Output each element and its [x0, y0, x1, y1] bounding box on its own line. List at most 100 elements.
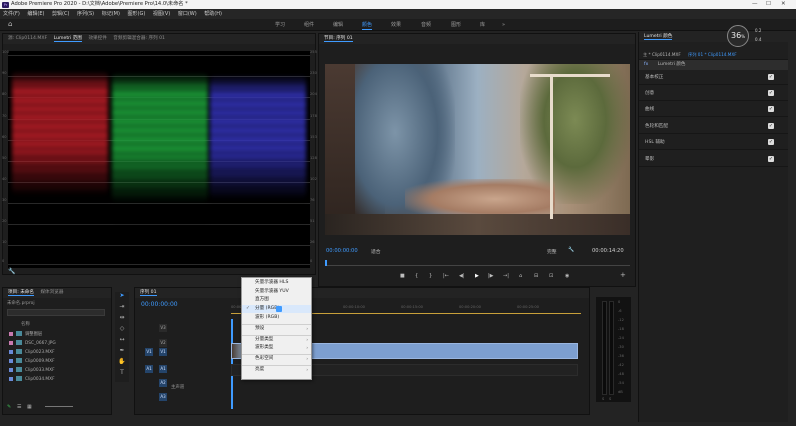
- timeline-timecode[interactable]: 00:00:00:00: [141, 301, 178, 308]
- program-scrubber[interactable]: [325, 260, 630, 266]
- section-color-wheels[interactable]: 色轮和匹配 ✓: [639, 119, 788, 134]
- section-basic-correction[interactable]: 基本校正 ✓: [639, 70, 788, 85]
- track-label-a3[interactable]: A3: [159, 393, 167, 401]
- checkbox-icon[interactable]: ✓: [768, 90, 774, 96]
- track-label-v2[interactable]: V2: [159, 339, 167, 347]
- minimize-button[interactable]: —: [752, 0, 758, 9]
- menu-item-color-space[interactable]: 色彩空间 ›: [242, 354, 311, 362]
- menu-item-waveform-rgb[interactable]: 波形 (RGB): [242, 314, 311, 322]
- slip-tool-icon[interactable]: ↔: [115, 336, 129, 347]
- close-button[interactable]: ✕: [781, 0, 786, 9]
- program-monitor-title[interactable]: 节目: 序列 01: [324, 36, 353, 42]
- source-patch-v1[interactable]: V1: [145, 348, 153, 356]
- checkbox-icon[interactable]: ✓: [768, 156, 774, 162]
- clip-selector[interactable]: 主 * Clip0114.MXF 序列 01 * Clip0114.MXF: [639, 49, 788, 60]
- comparison-view-icon[interactable]: ◉: [565, 273, 569, 279]
- tab-audio-clip-mixer[interactable]: 音频剪辑混合器: 序列 01: [113, 36, 165, 41]
- add-button-icon[interactable]: +: [620, 271, 626, 279]
- program-video-frame[interactable]: [325, 64, 630, 235]
- checkbox-icon[interactable]: ✓: [768, 123, 774, 129]
- list-item[interactable]: DSC_0667.JPG: [9, 340, 56, 348]
- workspace-assembly[interactable]: 组件: [304, 19, 314, 31]
- mark-in-icon[interactable]: {: [415, 273, 418, 279]
- workspace-editing[interactable]: 编辑: [333, 19, 343, 31]
- workspace-audio[interactable]: 音频: [421, 19, 431, 31]
- list-item[interactable]: Clip0033.MXF: [9, 367, 55, 375]
- track-label-a2[interactable]: A2: [159, 379, 167, 387]
- menu-item-parade-rgb[interactable]: ✓ 分量 (RGB): [242, 305, 311, 314]
- menu-view[interactable]: 视图(V): [153, 11, 170, 17]
- source-patch-a1[interactable]: A1: [145, 365, 153, 373]
- pen-tool-icon[interactable]: ✒: [115, 347, 129, 358]
- hand-tool-icon[interactable]: ✋: [115, 358, 129, 369]
- go-to-in-icon[interactable]: |←: [443, 273, 449, 279]
- checkbox-icon[interactable]: ✓: [768, 139, 774, 145]
- section-curves[interactable]: 曲线 ✓: [639, 102, 788, 117]
- project-search-input[interactable]: [7, 309, 105, 316]
- track-label-a1[interactable]: A1: [159, 365, 167, 373]
- list-view-icon[interactable]: ☰: [17, 404, 21, 410]
- menu-item-parade-type[interactable]: 分量类型 ›: [242, 335, 311, 343]
- effect-header[interactable]: fx Lumetri 颜色: [639, 60, 788, 70]
- workspace-libraries[interactable]: 库: [480, 19, 485, 31]
- list-item[interactable]: Clip0009.MXF: [9, 358, 55, 366]
- icon-view-icon[interactable]: ▦: [27, 404, 32, 410]
- mark-out-icon[interactable]: }: [429, 273, 432, 279]
- workspace-learn[interactable]: 学习: [275, 19, 285, 31]
- go-to-out-icon[interactable]: →|: [503, 273, 509, 279]
- rgb-parade-scope[interactable]: [8, 51, 310, 268]
- list-item[interactable]: 调整图层: [9, 331, 42, 339]
- marker-icon[interactable]: ■: [400, 273, 405, 279]
- menu-item-waveform-type[interactable]: 波形类型 ›: [242, 344, 311, 352]
- section-hsl-secondary[interactable]: HSL 辅助 ✓: [639, 135, 788, 150]
- menu-window[interactable]: 窗口(W): [178, 11, 197, 17]
- workspace-graphics[interactable]: 图形: [451, 19, 461, 31]
- master-clip-link[interactable]: 主 * Clip0114.MXF: [643, 52, 681, 57]
- lift-icon[interactable]: ⌂: [519, 273, 522, 279]
- tab-effect-controls[interactable]: 效果控件: [88, 36, 106, 41]
- selection-tool-icon[interactable]: ➤: [115, 292, 129, 303]
- play-icon[interactable]: ▶: [475, 273, 479, 279]
- fx-icon[interactable]: fx: [644, 62, 648, 67]
- fit-dropdown[interactable]: 适合: [371, 248, 381, 255]
- home-icon[interactable]: ⌂: [8, 21, 16, 28]
- playhead[interactable]: [325, 260, 327, 266]
- track-select-tool-icon[interactable]: ⇥: [115, 303, 129, 314]
- tab-source[interactable]: 源: Clip0114.MXF: [8, 36, 47, 41]
- checkbox-icon[interactable]: ✓: [768, 74, 774, 80]
- sequence-clip-link[interactable]: 序列 01 * Clip0114.MXF: [688, 52, 737, 57]
- menu-item-presets[interactable]: 预设 ›: [242, 324, 311, 332]
- workspace-effects[interactable]: 效果: [391, 19, 401, 31]
- tab-sequence[interactable]: 序列 01: [140, 290, 157, 296]
- menu-item-histogram[interactable]: 直方图: [242, 296, 311, 304]
- menu-help[interactable]: 帮助(H): [204, 11, 222, 17]
- solo-button[interactable]: S: [609, 397, 611, 401]
- maximize-button[interactable]: ☐: [766, 0, 771, 9]
- track-label-v1[interactable]: V1: [159, 348, 167, 356]
- track-label-v3[interactable]: V3: [159, 324, 167, 332]
- quality-dropdown[interactable]: 完整: [547, 248, 557, 255]
- razor-tool-icon[interactable]: ◇: [115, 325, 129, 336]
- menu-item-vectorscope-hls[interactable]: 矢量示波器 HLS: [242, 279, 311, 287]
- export-frame-icon[interactable]: ⊡: [549, 273, 553, 279]
- program-timecode[interactable]: 00:00:00:00: [326, 248, 358, 254]
- column-header-name[interactable]: 名称: [21, 321, 30, 327]
- menu-marker[interactable]: 标记(M): [102, 11, 120, 17]
- ripple-edit-tool-icon[interactable]: ⇹: [115, 314, 129, 325]
- menu-item-vectorscope-yuv[interactable]: 矢量示波器 YUV: [242, 288, 311, 296]
- extract-icon[interactable]: ⊟: [534, 273, 538, 279]
- menu-file[interactable]: 文件(F): [3, 11, 20, 17]
- step-forward-icon[interactable]: |▶: [488, 273, 494, 279]
- menu-sequence[interactable]: 序列(S): [77, 11, 94, 17]
- tab-project[interactable]: 项目: 未命名: [8, 290, 34, 296]
- checkbox-icon[interactable]: ✓: [768, 106, 774, 112]
- zoom-slider[interactable]: [45, 406, 73, 407]
- workspace-color[interactable]: 颜色: [362, 19, 373, 31]
- section-creative[interactable]: 创意 ✓: [639, 86, 788, 101]
- wrench-icon[interactable]: 🔧: [568, 247, 574, 253]
- workspace-more[interactable]: »: [502, 19, 505, 31]
- section-vignette[interactable]: 晕影 ✓: [639, 152, 788, 167]
- tab-media-browser[interactable]: 媒体浏览器: [40, 290, 63, 295]
- menu-item-brightness[interactable]: 亮度 ›: [242, 365, 311, 373]
- type-tool-icon[interactable]: T: [115, 369, 129, 380]
